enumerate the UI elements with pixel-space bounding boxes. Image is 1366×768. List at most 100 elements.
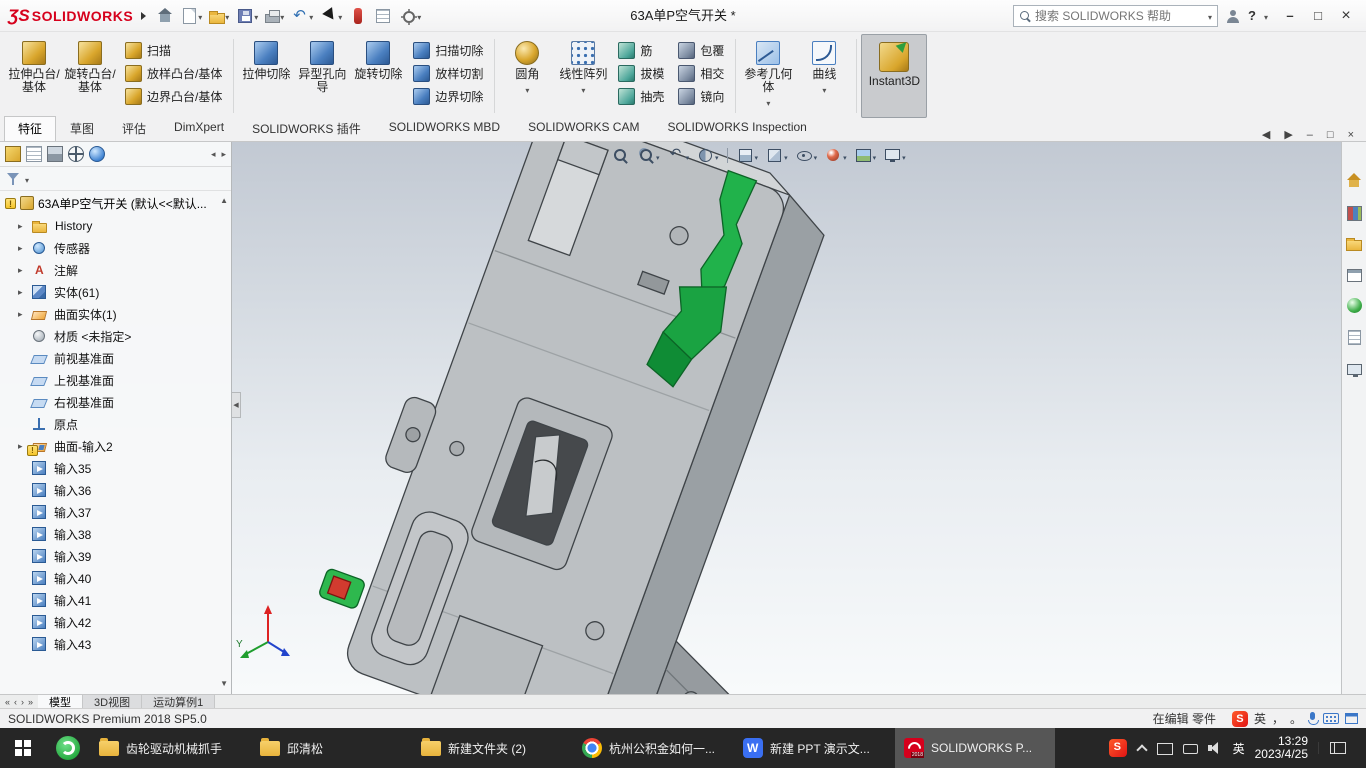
help-search-box[interactable] bbox=[1013, 4, 1219, 27]
tree-item[interactable]: 实体(61) bbox=[0, 281, 231, 303]
nav-right-icon[interactable]: ▸ bbox=[221, 149, 226, 160]
tree-item[interactable]: 输入35 bbox=[0, 457, 231, 479]
tree-item[interactable]: 输入40 bbox=[0, 567, 231, 589]
lofted-cut-button[interactable]: 放样切割 bbox=[406, 64, 490, 83]
extruded-boss-base-button[interactable]: 拉伸凸台/基体 bbox=[6, 34, 62, 118]
file-explorer-icon[interactable] bbox=[1346, 238, 1362, 251]
reference-geometry-button[interactable]: 参考几何体 bbox=[740, 34, 796, 118]
tree-item[interactable]: 输入37 bbox=[0, 501, 231, 523]
close-button[interactable] bbox=[1332, 4, 1360, 28]
help-dropdown-icon[interactable] bbox=[1264, 9, 1268, 23]
ime-language-toggle[interactable]: 英 bbox=[1254, 710, 1266, 727]
expand-arrow-icon[interactable] bbox=[18, 287, 28, 298]
custom-properties-icon[interactable] bbox=[1347, 330, 1361, 345]
toolbar-button[interactable] bbox=[234, 5, 260, 27]
tree-item[interactable]: 上视基准面 bbox=[0, 369, 231, 391]
expand-arrow-icon[interactable] bbox=[18, 243, 28, 254]
expand-arrow-icon[interactable] bbox=[18, 309, 28, 320]
taskbar-app[interactable]: 杭州公积金如何一... bbox=[573, 728, 733, 768]
tree-item[interactable]: 原点 bbox=[0, 413, 231, 435]
ribbon-tab[interactable]: SOLIDWORKS Inspection bbox=[653, 116, 820, 141]
hud-button[interactable] bbox=[638, 147, 660, 164]
filter-dropdown-icon[interactable] bbox=[25, 172, 29, 186]
model-tab[interactable]: 模型 bbox=[38, 695, 84, 709]
hud-button[interactable] bbox=[855, 147, 877, 164]
tree-scroll-down[interactable]: ▼ bbox=[220, 679, 228, 688]
hole-wizard-button[interactable]: 异型孔向导 bbox=[294, 34, 350, 118]
nav-left-icon[interactable]: ◂ bbox=[211, 149, 216, 160]
search-dropdown-icon[interactable] bbox=[1208, 9, 1212, 23]
ime-comma-mode[interactable]: ， bbox=[1272, 710, 1284, 727]
menu-expand-icon[interactable] bbox=[141, 11, 147, 20]
doc-restore-icon[interactable]: □ bbox=[1327, 129, 1334, 141]
ribbon-tab[interactable]: SOLIDWORKS 插件 bbox=[238, 116, 375, 141]
ime-period-mode[interactable]: 。 bbox=[1290, 710, 1302, 727]
help-button[interactable]: ? bbox=[1248, 8, 1256, 23]
tree-item[interactable]: 输入41 bbox=[0, 589, 231, 611]
taskbar-app[interactable]: 齿轮驱动机械抓手 bbox=[90, 728, 250, 768]
view-palette-icon[interactable] bbox=[1346, 269, 1362, 282]
keyboard-icon[interactable] bbox=[1323, 713, 1339, 724]
boundary-cut-button[interactable]: 边界切除 bbox=[406, 87, 490, 106]
search-input[interactable] bbox=[1035, 8, 1205, 23]
minimize-button[interactable] bbox=[1276, 4, 1304, 28]
display-icon[interactable] bbox=[1156, 742, 1173, 755]
hud-button[interactable] bbox=[825, 147, 847, 164]
ribbon-tab[interactable]: SOLIDWORKS MBD bbox=[375, 116, 514, 141]
tree-item[interactable]: 曲面实体(1) bbox=[0, 303, 231, 325]
tree-item[interactable]: 右视基准面 bbox=[0, 391, 231, 413]
home-icon[interactable] bbox=[1346, 172, 1363, 189]
toolbar-button[interactable] bbox=[289, 5, 315, 27]
first-tab-icon[interactable]: « bbox=[5, 697, 10, 707]
hud-button[interactable] bbox=[884, 147, 906, 164]
tree-item[interactable]: 输入39 bbox=[0, 545, 231, 567]
tree-item[interactable]: History bbox=[0, 215, 231, 237]
usb-icon[interactable] bbox=[1182, 744, 1198, 754]
ribbon-tab[interactable]: DimXpert bbox=[160, 116, 238, 141]
volume-icon[interactable] bbox=[1207, 742, 1223, 754]
chevron-up-icon[interactable] bbox=[1137, 743, 1147, 753]
user-account-icon[interactable] bbox=[1226, 9, 1240, 23]
appearances-scenes-icon[interactable] bbox=[1346, 298, 1362, 313]
toolbar-button[interactable] bbox=[397, 5, 423, 27]
hud-button[interactable] bbox=[737, 147, 759, 164]
prev-tab-icon[interactable]: ‹ bbox=[14, 697, 17, 707]
linear-pattern-button[interactable]: 线性阵列 bbox=[555, 34, 611, 118]
pane-right-icon[interactable]: ▶ bbox=[1284, 128, 1292, 141]
taskbar-clock[interactable]: 13:29 2023/4/25 bbox=[1255, 735, 1308, 761]
panel-splitter-handle[interactable] bbox=[232, 392, 241, 418]
revolved-cut-button[interactable]: 旋转切除 bbox=[350, 34, 406, 118]
dimxpert-manager-icon[interactable] bbox=[68, 146, 84, 162]
toolbar-button[interactable] bbox=[372, 5, 394, 27]
toolbar-button[interactable] bbox=[154, 5, 176, 27]
action-center-button[interactable] bbox=[1318, 742, 1356, 754]
last-tab-icon[interactable]: » bbox=[28, 697, 33, 707]
expand-arrow-icon[interactable] bbox=[18, 221, 28, 232]
ime-toolbox-icon[interactable] bbox=[1345, 713, 1358, 724]
tray-language-indicator[interactable]: 英 bbox=[1233, 740, 1245, 757]
model-tab[interactable]: 3D视图 bbox=[83, 695, 143, 709]
manager-tab-nav[interactable]: ◂ ▸ bbox=[211, 149, 226, 160]
instant3d-button[interactable]: Instant3D bbox=[861, 34, 928, 118]
tree-item[interactable]: 曲面-输入2 bbox=[0, 435, 231, 457]
hud-button[interactable] bbox=[697, 147, 719, 164]
revolved-boss-base-button[interactable]: 旋转凸台/基体 bbox=[62, 34, 118, 118]
intersect-button[interactable]: 相交 bbox=[671, 64, 731, 83]
propertymanager-icon[interactable] bbox=[26, 146, 42, 162]
graphics-viewport[interactable]: Y ▾ ↶ ▾ ▾ ▾ ▾ ▾ ▾ ▾ ▾ ◂ ▸ ▾ ! 63A单P空气开关 … bbox=[0, 142, 1366, 694]
tree-item[interactable]: 注解 bbox=[0, 259, 231, 281]
doc-minimize-icon[interactable]: – bbox=[1307, 129, 1313, 141]
tree-root-item[interactable]: ! 63A单P空气开关 (默认<<默认... bbox=[0, 191, 231, 215]
hud-button[interactable] bbox=[766, 147, 788, 164]
green-browser-button[interactable] bbox=[46, 728, 90, 768]
toolbar-button[interactable] bbox=[318, 5, 344, 27]
pane-left-icon[interactable]: ◀ bbox=[1262, 128, 1270, 141]
hud-button[interactable] bbox=[668, 145, 690, 164]
extruded-cut-button[interactable]: 拉伸切除 bbox=[238, 34, 294, 118]
rib-button[interactable]: 筋 bbox=[611, 41, 671, 60]
toolbar-button[interactable] bbox=[207, 6, 231, 26]
tree-filter[interactable] bbox=[0, 167, 231, 191]
ribbon-tab[interactable]: SOLIDWORKS CAM bbox=[514, 116, 653, 141]
next-tab-icon[interactable]: › bbox=[21, 697, 24, 707]
expand-arrow-icon[interactable] bbox=[18, 265, 28, 276]
